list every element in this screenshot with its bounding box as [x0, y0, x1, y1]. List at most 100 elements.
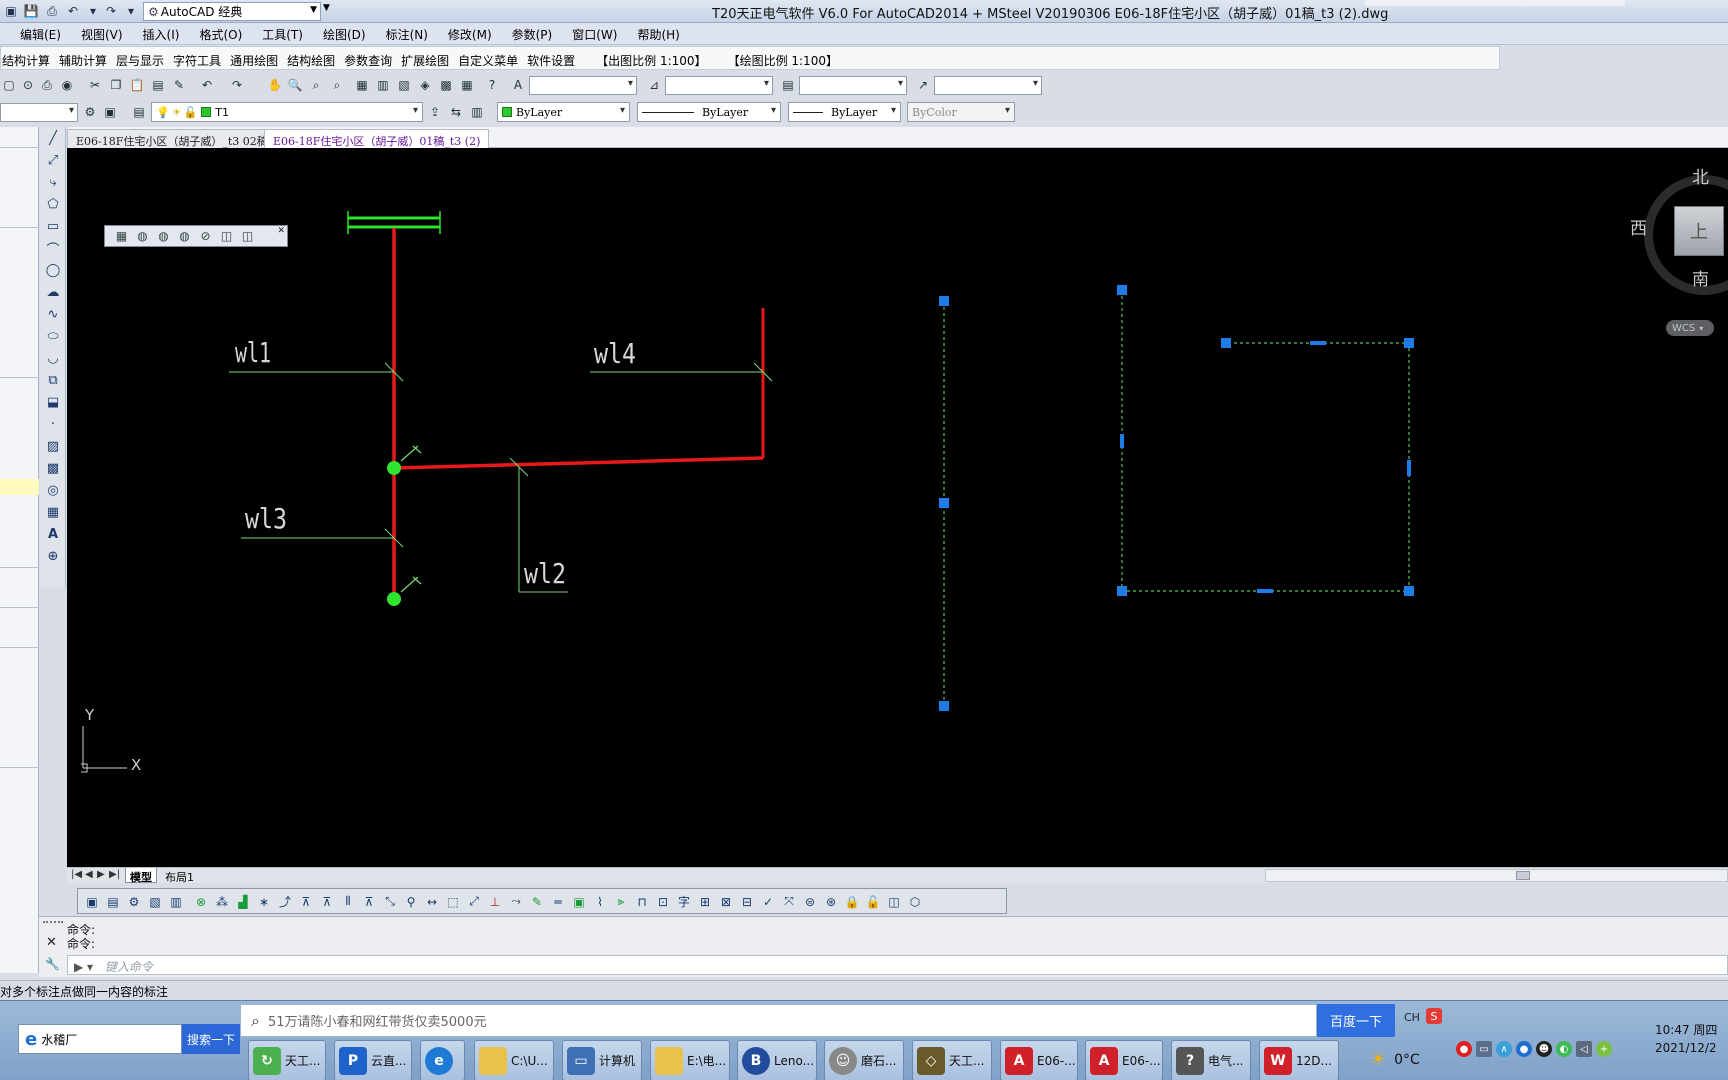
dim-tool-10-icon[interactable]: ⤴ [275, 892, 295, 911]
publish-icon[interactable]: ◉ [58, 76, 76, 94]
plot-icon[interactable]: ⎙ [38, 76, 56, 94]
midpoint-grip[interactable] [1257, 589, 1273, 593]
dim-tool-1-icon[interactable]: ▣ [82, 892, 102, 911]
dim-tool-36-icon[interactable]: ⊛ [821, 892, 841, 911]
menu-view[interactable]: 视图(V) [71, 23, 133, 44]
volume-icon[interactable]: ◁ [1576, 1041, 1592, 1057]
taskbar-item-wps[interactable]: W 12D... [1259, 1040, 1339, 1080]
command-grip[interactable] [43, 921, 63, 927]
tab-model[interactable]: 模型 [125, 868, 157, 884]
junction-node[interactable] [387, 445, 422, 475]
dim-tool-2-icon[interactable]: ▤ [103, 892, 123, 911]
ellipse-arc-icon[interactable]: ◡ [44, 349, 62, 367]
taskbar-item-autocad-1[interactable]: A E06-... [1000, 1040, 1078, 1080]
menu-insert[interactable]: 插入(I) [133, 23, 190, 44]
sogou-icon[interactable]: S [1426, 1008, 1442, 1024]
t20-menu-item[interactable]: 参数查询 [344, 47, 401, 69]
tray-app-icon[interactable]: ◐ [1556, 1041, 1572, 1057]
viewcube-face[interactable]: 上 [1674, 206, 1724, 256]
lineweight-select[interactable]: ByLayer [788, 102, 901, 122]
dim-tool-19-icon[interactable]: ⤢ [464, 892, 484, 911]
first-tab-icon[interactable]: |◀ [71, 869, 82, 880]
dim-tool-26-icon[interactable]: ⫸ [611, 892, 631, 911]
table-style-select[interactable] [799, 76, 907, 95]
redo-icon[interactable]: ↷ [102, 2, 120, 20]
taskbar-item-pdf[interactable]: P 云直... [334, 1040, 412, 1080]
layer-manager-icon[interactable]: ▤ [130, 103, 148, 121]
compass-south[interactable]: 南 [1692, 265, 1709, 290]
qq-icon[interactable]: ☻ [1536, 1041, 1552, 1057]
dim-tool-17-icon[interactable]: ↔ [422, 892, 442, 911]
workspace-mini-select[interactable] [0, 103, 78, 122]
properties-icon[interactable]: ▦ [353, 76, 371, 94]
pan-icon[interactable]: ✋ [266, 76, 284, 94]
baidu-search-button[interactable]: 百度一下 [1317, 1004, 1395, 1037]
ie-search-button[interactable]: 搜索一下 [182, 1024, 240, 1054]
taskbar-item-folder-e[interactable]: E:\电... [650, 1040, 730, 1080]
document-tab[interactable]: E06-18F住宅小区（胡子威）_t3 02稿 [67, 129, 277, 148]
taskbar-item-lenovo[interactable]: B Leno... [737, 1040, 817, 1080]
paste-icon[interactable]: 📋 [128, 76, 146, 94]
cable-label-wl2[interactable]: wl2 [524, 557, 566, 590]
globe-icon[interactable]: ◍ [132, 227, 153, 245]
grip-handle[interactable] [1117, 586, 1127, 596]
dim-tool-12-icon[interactable]: ⊼ [317, 892, 337, 911]
linetype-select[interactable]: ByLayer [637, 102, 781, 122]
layer-select[interactable]: 💡 ☀ 🔓 T1 [151, 102, 423, 122]
point-icon[interactable]: · [44, 415, 62, 433]
close-icon[interactable]: ✕ [46, 935, 57, 950]
wrench-icon[interactable]: 🔧 [45, 957, 60, 971]
settings-icon[interactable]: ⚙ [81, 103, 99, 121]
table-icon[interactable]: ▦ [44, 503, 62, 521]
dim-tool-34-icon[interactable]: ⤧ [779, 892, 799, 911]
dim-tool-25-icon[interactable]: ⌇ [590, 892, 610, 911]
t20-menu-item[interactable]: 辅助计算 [59, 47, 116, 69]
table-style-icon[interactable]: ▤ [779, 76, 797, 94]
open-icon[interactable]: ⊙ [19, 76, 37, 94]
menu-dimension[interactable]: 标注(N) [376, 23, 438, 44]
cut-icon[interactable]: ✂ [86, 76, 104, 94]
t20-menu-item[interactable]: 字符工具 [173, 47, 230, 69]
command-prompt-icon[interactable]: ▶ ▾ [74, 960, 93, 974]
prev-tab-icon[interactable]: ◀ [85, 869, 93, 880]
dim-tool-13-icon[interactable]: ⫴ [338, 892, 358, 911]
menu-edit[interactable]: 编辑(E) [0, 23, 71, 44]
zoom-realtime-icon[interactable]: 🔍 [286, 76, 304, 94]
menu-format[interactable]: 格式(O) [189, 23, 252, 44]
region-icon[interactable]: ◎ [44, 481, 62, 499]
tray-app-icon[interactable]: ● [1516, 1041, 1532, 1057]
selected-polyline[interactable] [1117, 285, 1414, 596]
branch-run-line[interactable] [393, 456, 764, 470]
tray-app-icon[interactable]: + [1596, 1041, 1612, 1057]
dim-tool-8-icon[interactable]: ▟ [233, 892, 253, 911]
taskbar-item-computer[interactable]: ▭ 计算机 [562, 1040, 642, 1080]
input-language[interactable]: CH [1404, 1011, 1420, 1024]
make-current-layer-icon[interactable]: ⇪ [426, 103, 444, 121]
system-clock[interactable]: 10:47 周四 2021/12/2 [1655, 1021, 1728, 1057]
drawing-scale-button[interactable]: 【绘图比例 1:100】 [716, 47, 847, 69]
t20-menu-item[interactable]: 软件设置 [527, 47, 584, 69]
wcs-menu-button[interactable]: WCS ▾ [1666, 320, 1714, 336]
ellipse-icon[interactable]: ⬭ [44, 327, 62, 345]
dim-tool-16-icon[interactable]: ⚲ [401, 892, 421, 911]
dim-tool-33-icon[interactable]: ✓ [758, 892, 778, 911]
output-scale-button[interactable]: 【出图比例 1:100】 [584, 47, 715, 69]
new-icon[interactable]: ▢ [0, 76, 18, 94]
multiline-text-icon[interactable]: A [44, 525, 62, 543]
undo-dropdown-icon[interactable]: ▾ [84, 2, 102, 20]
dim-tool-29-icon[interactable]: 字 [674, 892, 694, 911]
t20-menu-item[interactable]: 结构计算 [1, 47, 59, 69]
insert-block-icon[interactable]: ⧉ [44, 371, 62, 389]
dim-tool-14-icon[interactable]: ⊼ [359, 892, 379, 911]
dim-tool-21-icon[interactable]: ⤳ [506, 892, 526, 911]
grip-handle[interactable] [1404, 338, 1414, 348]
polyline-icon[interactable]: ⤷ [44, 173, 62, 191]
horizontal-scrollbar[interactable] [1265, 869, 1728, 882]
baidu-search-bar[interactable]: ⌕ 51万请陈小春和网红带货仅卖5000元 [240, 1004, 1317, 1037]
block-editor-icon[interactable]: ✎ [170, 76, 188, 94]
grip-handle[interactable] [939, 701, 949, 711]
globe-add-icon[interactable]: ◍ [153, 227, 174, 245]
network-icon[interactable]: ▭ [1476, 1041, 1492, 1057]
make-block-icon[interactable]: ⬓ [44, 393, 62, 411]
dim-tool-32-icon[interactable]: ⊟ [737, 892, 757, 911]
